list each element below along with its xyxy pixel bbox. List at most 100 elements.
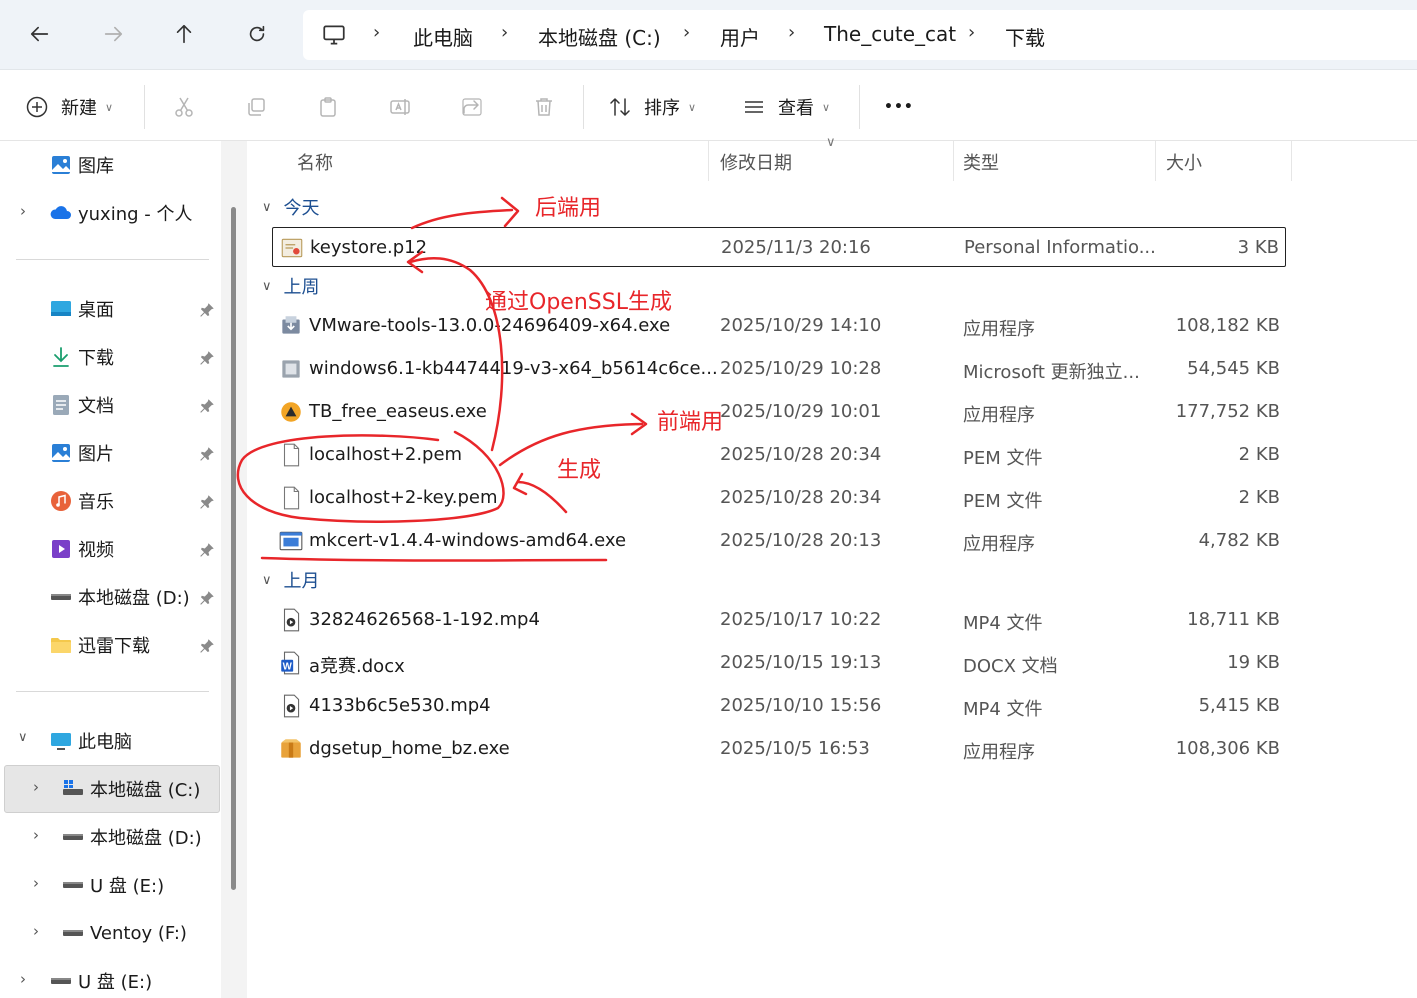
file-row[interactable]: mkcert-v1.4.4-windows-amd64.exe 2025/10/…	[272, 521, 1286, 561]
up-button[interactable]	[164, 14, 204, 54]
column-header-date[interactable]: 修改日期	[720, 149, 792, 175]
file-row[interactable]: W a竞赛.docx 2025/10/15 19:13 DOCX 文档 19 K…	[272, 643, 1286, 683]
sidebar-scrollbar-thumb[interactable]	[231, 207, 236, 890]
file-type: Microsoft 更新独立...	[963, 362, 1140, 383]
group-header-last-week[interactable]: ∨ 上周	[262, 273, 320, 299]
annotation-label-generate: 生成	[557, 458, 602, 483]
pin-icon	[200, 591, 214, 605]
file-type: MP4 文件	[963, 613, 1043, 634]
file-name: a竞赛.docx	[309, 656, 405, 677]
file-list: 名称 ∨ 修改日期 类型 大小 ∨ 今天 keystore.p12 2025/1…	[248, 135, 1417, 998]
new-button[interactable]: 新建 ∨	[25, 91, 113, 123]
file-row[interactable]: dgsetup_home_bz.exe 2025/10/5 16:53 应用程序…	[272, 729, 1286, 769]
plus-circle-icon	[26, 96, 48, 118]
sort-indicator-icon: ∨	[826, 135, 836, 150]
file-date: 2025/10/17 10:22	[720, 609, 882, 630]
folder-icon	[48, 632, 74, 658]
blank-file-icon	[278, 485, 304, 511]
view-button[interactable]: 查看 ∨	[742, 91, 830, 123]
file-row[interactable]: VMware-tools-13.0.0-24696409-x64.exe 202…	[272, 306, 1286, 346]
update-package-icon	[278, 356, 304, 382]
file-row[interactable]: TB_free_easeus.exe 2025/10/29 10:01 应用程序…	[272, 392, 1286, 432]
sidebar-item-documents[interactable]: 文档	[48, 383, 114, 427]
breadcrumb-drive-c[interactable]: 本地磁盘 (C:)	[538, 22, 661, 51]
column-divider[interactable]	[1291, 141, 1292, 181]
sidebar-item-label: 视频	[78, 540, 114, 561]
paste-button[interactable]	[316, 91, 340, 123]
rename-button[interactable]	[388, 91, 412, 123]
cloud-icon	[48, 200, 74, 226]
file-date: 2025/10/15 19:13	[720, 652, 882, 673]
desktop-icon	[48, 296, 74, 322]
sort-button[interactable]: 排序 ∨	[608, 91, 696, 123]
chevron-right-icon: ›	[968, 22, 976, 43]
back-button[interactable]	[20, 14, 60, 54]
sidebar-item-usb-e[interactable]: U 盘 (E:)	[60, 863, 164, 907]
sidebar-item-drive-d-pc[interactable]: 本地磁盘 (D:)	[60, 815, 202, 859]
chevron-right-icon[interactable]: ›	[20, 970, 26, 988]
file-date: 2025/10/29 10:01	[720, 401, 882, 422]
forward-button[interactable]	[93, 14, 133, 54]
installer-icon	[278, 313, 304, 339]
sidebar-item-downloads[interactable]: 下载	[48, 335, 114, 379]
sidebar-item-label: 图片	[78, 444, 114, 465]
file-date: 2025/10/29 10:28	[720, 358, 882, 379]
chevron-right-icon: ›	[683, 22, 691, 43]
chevron-right-icon: ›	[501, 22, 509, 43]
sidebar-item-xunlei[interactable]: 迅雷下载	[48, 623, 150, 667]
breadcrumb-this-pc[interactable]: 此电脑	[413, 22, 473, 51]
copy-button[interactable]	[244, 91, 268, 123]
more-button[interactable]: •••	[884, 91, 914, 123]
navigation-pane: 图库 › yuxing - 个人 桌面 下载 文档 图片 音乐 视频 本地磁盘 …	[0, 141, 240, 998]
column-divider[interactable]	[708, 141, 709, 181]
breadcrumb-users[interactable]: 用户	[720, 22, 760, 51]
sidebar-item-drive-d[interactable]: 本地磁盘 (D:)	[48, 575, 190, 619]
chevron-right-icon[interactable]: ›	[33, 874, 39, 892]
sidebar-item-videos[interactable]: 视频	[48, 527, 114, 571]
more-icon: •••	[884, 99, 914, 115]
sidebar-item-gallery[interactable]: 图库	[48, 143, 114, 187]
sidebar-item-desktop[interactable]: 桌面	[48, 287, 114, 331]
sidebar-item-this-pc[interactable]: 此电脑	[48, 719, 132, 763]
sidebar-item-usb-e-root[interactable]: U 盘 (E:)	[48, 959, 152, 998]
chevron-down-icon[interactable]: ∨	[18, 730, 28, 745]
music-icon	[48, 488, 74, 514]
file-row[interactable]: 32824626568-1-192.mp4 2025/10/17 10:22 M…	[272, 600, 1286, 640]
sidebar-item-ventoy[interactable]: Ventoy (F:)	[60, 911, 187, 955]
address-bar[interactable]: › 此电脑 › 本地磁盘 (C:) › 用户 › The_cute_cat › …	[303, 10, 1417, 60]
chevron-right-icon[interactable]: ›	[33, 826, 39, 844]
chevron-right-icon[interactable]: ›	[33, 922, 39, 940]
file-row[interactable]: localhost+2.pem 2025/10/28 20:34 PEM 文件 …	[272, 435, 1286, 475]
column-header-size[interactable]: 大小	[1166, 149, 1202, 175]
cut-button[interactable]	[172, 91, 196, 123]
share-button[interactable]	[460, 91, 484, 123]
file-name: windows6.1-kb4474419-v3-x64_b5614c6ce...	[309, 358, 718, 379]
sidebar-item-pictures[interactable]: 图片	[48, 431, 114, 475]
chevron-down-icon: ∨	[262, 199, 272, 215]
file-name: 32824626568-1-192.mp4	[309, 609, 540, 630]
refresh-button[interactable]	[237, 14, 277, 54]
file-row[interactable]: 4133b6c5e530.mp4 2025/10/10 15:56 MP4 文件…	[272, 686, 1286, 726]
sidebar-item-drive-c[interactable]: 本地磁盘 (C:)	[60, 767, 200, 811]
sidebar-item-onedrive[interactable]: yuxing - 个人	[48, 191, 193, 235]
column-divider[interactable]	[1155, 141, 1156, 181]
sidebar-item-music[interactable]: 音乐	[48, 479, 114, 523]
column-divider[interactable]	[953, 141, 954, 181]
breadcrumb-user-folder[interactable]: The_cute_cat	[824, 22, 956, 46]
video-file-icon	[278, 693, 304, 719]
chevron-right-icon[interactable]: ›	[20, 202, 26, 220]
group-header-today[interactable]: ∨ 今天	[262, 194, 320, 220]
column-header-type[interactable]: 类型	[963, 149, 999, 175]
file-row[interactable]: keystore.p12 2025/11/3 20:16 Personal In…	[272, 227, 1286, 267]
group-header-last-month[interactable]: ∨ 上月	[262, 567, 320, 593]
video-icon	[48, 536, 74, 562]
delete-button[interactable]	[532, 91, 556, 123]
breadcrumb-downloads[interactable]: 下载	[1005, 22, 1045, 51]
column-header-name[interactable]: 名称	[297, 149, 333, 175]
computer-icon	[323, 25, 345, 45]
file-size: 2 KB	[1238, 444, 1280, 465]
file-row[interactable]: windows6.1-kb4474419-v3-x64_b5614c6ce...…	[272, 349, 1286, 389]
chevron-right-icon[interactable]: ›	[33, 778, 39, 796]
file-row[interactable]: localhost+2-key.pem 2025/10/28 20:34 PEM…	[272, 478, 1286, 518]
sidebar-item-label: U 盘 (E:)	[90, 876, 165, 897]
